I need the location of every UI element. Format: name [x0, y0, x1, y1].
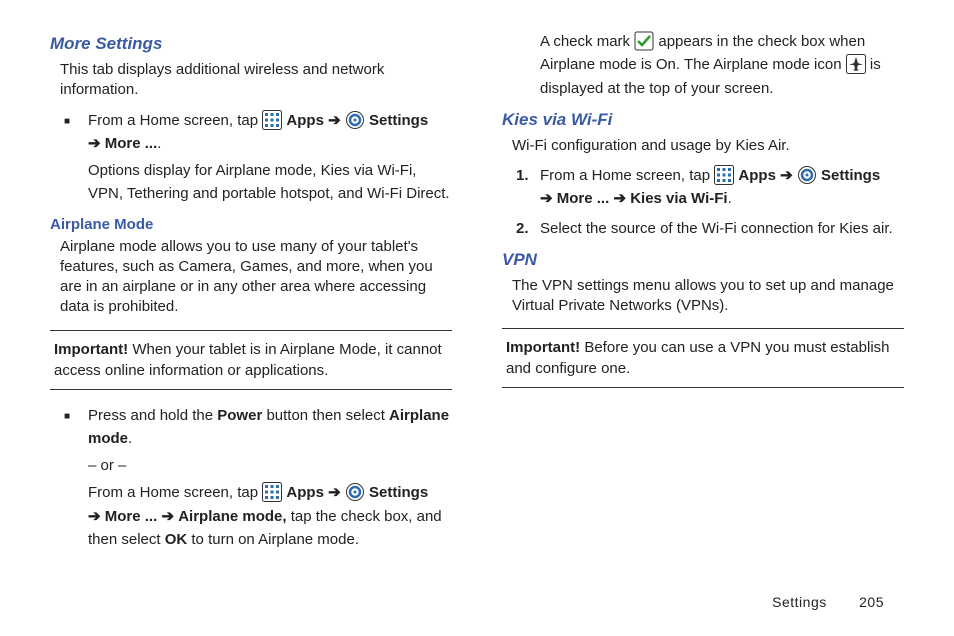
bullet-from-home-1: ■ From a Home screen, tap Apps ➔ Setting…	[64, 109, 452, 206]
left-column: More Settings This tab displays addition…	[50, 30, 452, 551]
bullet-square-icon: ■	[64, 404, 88, 552]
para-intro: This tab displays additional wireless an…	[60, 60, 452, 101]
apps-icon	[262, 110, 282, 130]
apps-icon	[714, 165, 734, 185]
para-vpn: The VPN settings menu allows you to set …	[512, 276, 904, 317]
footer-pagenum: 205	[859, 594, 884, 610]
bullet-press-power: ■ Press and hold the Power button then s…	[64, 404, 452, 552]
important-vpn: Important! Before you can use a VPN you …	[502, 328, 904, 388]
bullet-square-icon: ■	[64, 109, 88, 206]
step-1: 1. From a Home screen, tap Apps ➔ Settin…	[516, 164, 904, 211]
settings-icon	[345, 110, 365, 130]
apps-icon	[262, 482, 282, 502]
airplane-icon	[846, 54, 866, 74]
footer-section: Settings	[772, 594, 827, 610]
heading-more-settings: More Settings	[50, 34, 452, 54]
important-airplane: Important! When your tablet is in Airpla…	[50, 330, 452, 390]
step-2: 2. Select the source of the Wi-Fi connec…	[516, 217, 904, 240]
settings-icon	[797, 165, 817, 185]
para-airplane: Airplane mode allows you to use many of …	[60, 237, 452, 318]
heading-vpn: VPN	[502, 250, 904, 270]
settings-icon	[345, 482, 365, 502]
heading-airplane-mode: Airplane Mode	[50, 216, 452, 233]
check-mark-line: A check mark appears in the check box wh…	[540, 30, 904, 100]
para-kies: Wi-Fi configuration and usage by Kies Ai…	[512, 136, 904, 156]
options-display-line: Options display for Airplane mode, Kies …	[88, 159, 452, 206]
or-line: – or –	[88, 454, 452, 477]
heading-kies: Kies via Wi-Fi	[502, 110, 904, 130]
right-column: A check mark appears in the check box wh…	[502, 30, 904, 551]
page-footer: Settings 205	[772, 594, 884, 610]
checkmark-icon	[634, 31, 654, 51]
